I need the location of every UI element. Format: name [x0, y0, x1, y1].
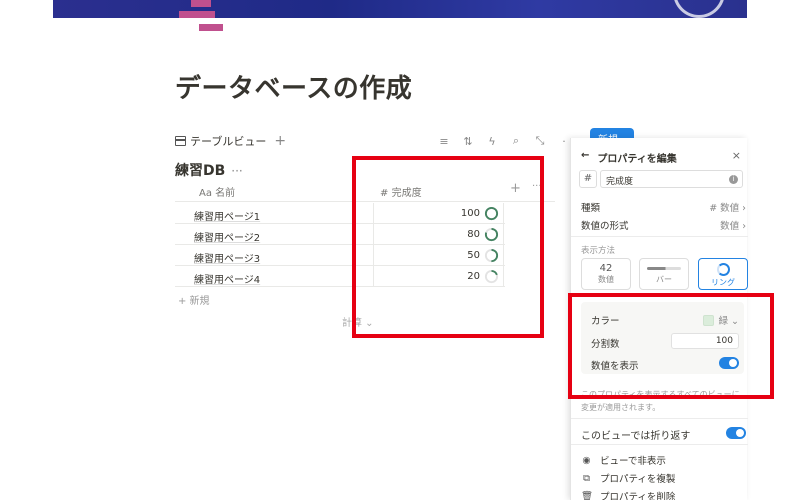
property-type-value: # 数値 › [709, 203, 746, 214]
copy-icon: ⧉ [583, 472, 590, 484]
property-name-input[interactable]: 完成度 i [600, 170, 743, 188]
cover-image [53, 0, 747, 18]
display-option-number-sample: 42 [599, 263, 613, 274]
page-title[interactable]: データベースの作成 [175, 68, 412, 105]
more-icon[interactable]: · [558, 135, 570, 148]
number-format-value: 数値 › [720, 221, 746, 232]
wrap-row: このビューでは折り返す [581, 427, 746, 442]
sort-icon[interactable]: ⇅ [462, 135, 474, 148]
wrap-toggle[interactable] [726, 427, 746, 439]
row-name[interactable]: 練習用ページ1 [194, 208, 260, 223]
search-icon[interactable]: ⌕ [510, 134, 522, 148]
table-icon [175, 136, 186, 146]
tab-table-view-label: テーブルビュー [190, 135, 267, 148]
cover-logo-mark [673, 0, 725, 18]
display-option-bar-label: バー [656, 275, 672, 284]
info-icon[interactable]: i [729, 175, 738, 184]
duplicate-property-label: プロパティを複製 [600, 474, 676, 485]
delete-property-label: プロパティを削除 [600, 492, 676, 500]
display-option-number-label: 数値 [598, 275, 614, 284]
hide-in-view-button[interactable]: ◉ ビューで非表示 [581, 453, 666, 468]
property-type-row[interactable]: 種類 # 数値 › [581, 200, 746, 214]
property-type-label: 種類 [581, 203, 601, 214]
highlight-progress-column [352, 156, 544, 338]
eye-icon: ◉ [582, 454, 591, 466]
panel-header: ← プロパティを編集 [581, 150, 677, 165]
add-row-button[interactable]: + 新規 [178, 292, 210, 307]
back-arrow-icon[interactable]: ← [581, 150, 589, 165]
database-title-text: 練習DB [175, 163, 226, 179]
wrap-label: このビューでは折り返す [581, 431, 691, 442]
delete-property-button[interactable]: 🗑 プロパティを削除 [581, 489, 675, 500]
text-type-icon: Aa [199, 188, 212, 199]
display-option-number[interactable]: 42 数値 [581, 258, 631, 290]
view-toolbar: ≡ ⇅ ϟ ⌕ ⤡ · [438, 134, 570, 148]
expand-icon[interactable]: ⤡ [534, 134, 546, 148]
property-name-row: # 完成度 i [579, 170, 743, 188]
row-name[interactable]: 練習用ページ2 [194, 229, 260, 244]
display-option-ring[interactable]: リング [698, 258, 748, 290]
display-option-ring-label: リング [711, 278, 735, 287]
add-view-icon[interactable]: + [274, 133, 286, 149]
close-icon[interactable]: × [732, 149, 741, 162]
tab-table-view[interactable]: テーブルビュー [175, 133, 266, 149]
filter-icon[interactable]: ≡ [438, 135, 450, 148]
panel-title: プロパティを編集 [597, 154, 677, 165]
display-method-label: 表示方法 [581, 246, 616, 256]
number-format-row[interactable]: 数値の形式 数値 › [581, 218, 746, 232]
database-more-icon[interactable]: ··· [231, 164, 242, 178]
trash-icon: 🗑 [581, 490, 594, 500]
database-title[interactable]: 練習DB ··· [175, 160, 243, 180]
display-option-bar[interactable]: バー [639, 258, 689, 290]
lightning-icon[interactable]: ϟ [486, 135, 498, 148]
highlight-ring-settings [568, 293, 774, 399]
row-name[interactable]: 練習用ページ3 [194, 250, 260, 265]
hide-in-view-label: ビューで非表示 [600, 456, 666, 467]
number-type-icon[interactable]: # [579, 170, 597, 188]
view-bar: テーブルビュー + ≡ ⇅ ϟ ⌕ ⤡ · [175, 130, 570, 152]
property-name-value: 完成度 [606, 177, 634, 187]
progress-ring-icon [716, 263, 730, 276]
page-icon[interactable] [179, 0, 223, 34]
progress-bar-icon [647, 267, 681, 270]
number-format-label: 数値の形式 [581, 221, 629, 232]
row-name[interactable]: 練習用ページ4 [194, 271, 260, 286]
column-header-name-label: 名前 [215, 188, 236, 199]
column-header-name[interactable]: Aa 名前 [199, 184, 235, 199]
duplicate-property-button[interactable]: ⧉ プロパティを複製 [581, 471, 676, 486]
